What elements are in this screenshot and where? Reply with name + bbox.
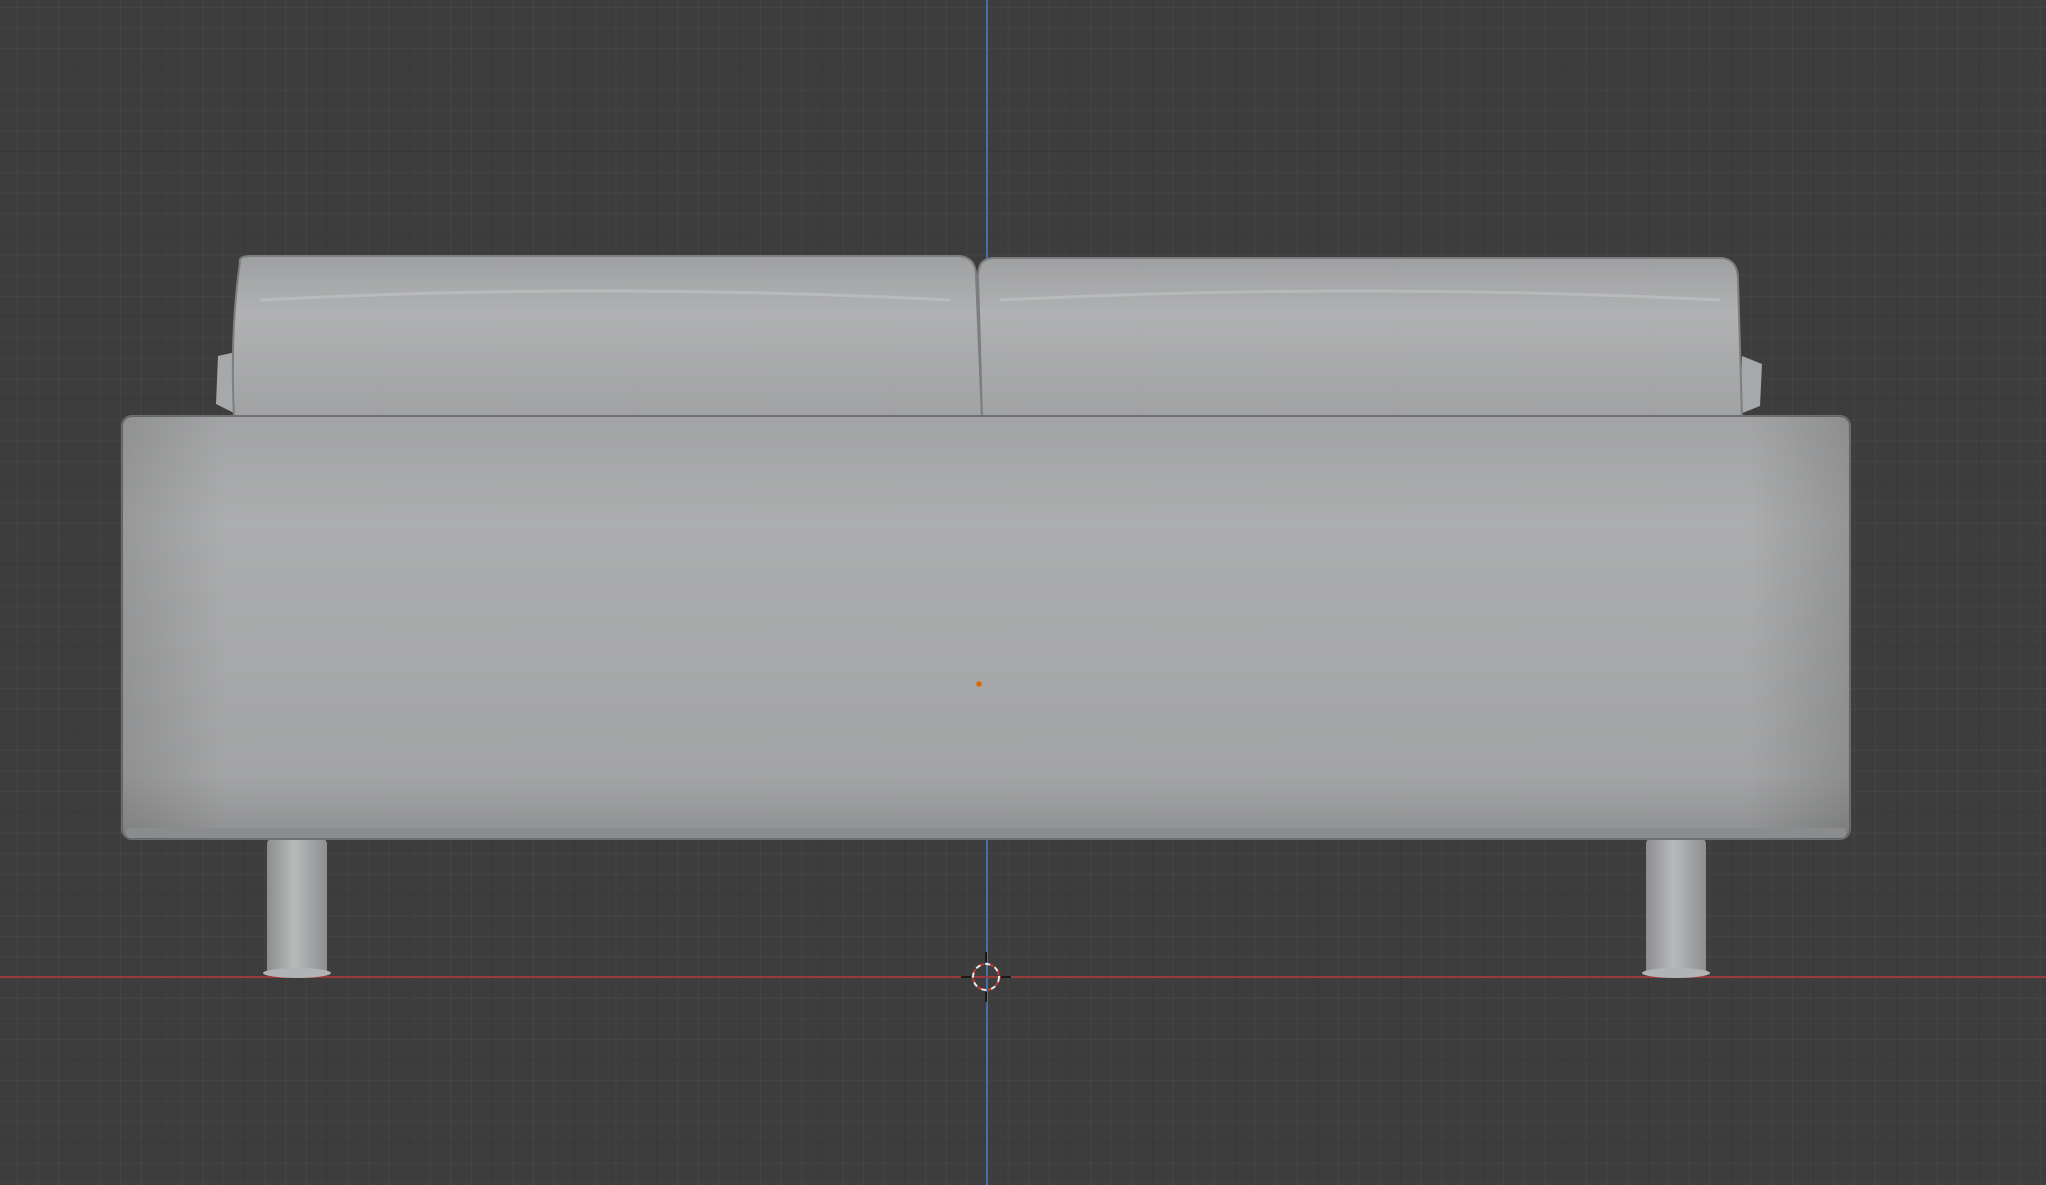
sofa-base-bottom-edge [126,828,1846,838]
sofa-mesh[interactable] [0,0,2046,1185]
3d-cursor-icon[interactable] [961,952,1011,1002]
object-origin-icon [976,681,982,687]
left-leg-foot [263,968,331,978]
right-leg-foot [1642,968,1710,978]
right-arm-edge [1740,356,1762,414]
right-back-cushion [976,257,1744,419]
3d-viewport[interactable] [0,0,2046,1185]
right-leg [1646,838,1706,976]
left-back-cushion [231,255,984,419]
sofa-base-shading [122,416,1850,839]
left-leg [267,838,327,976]
